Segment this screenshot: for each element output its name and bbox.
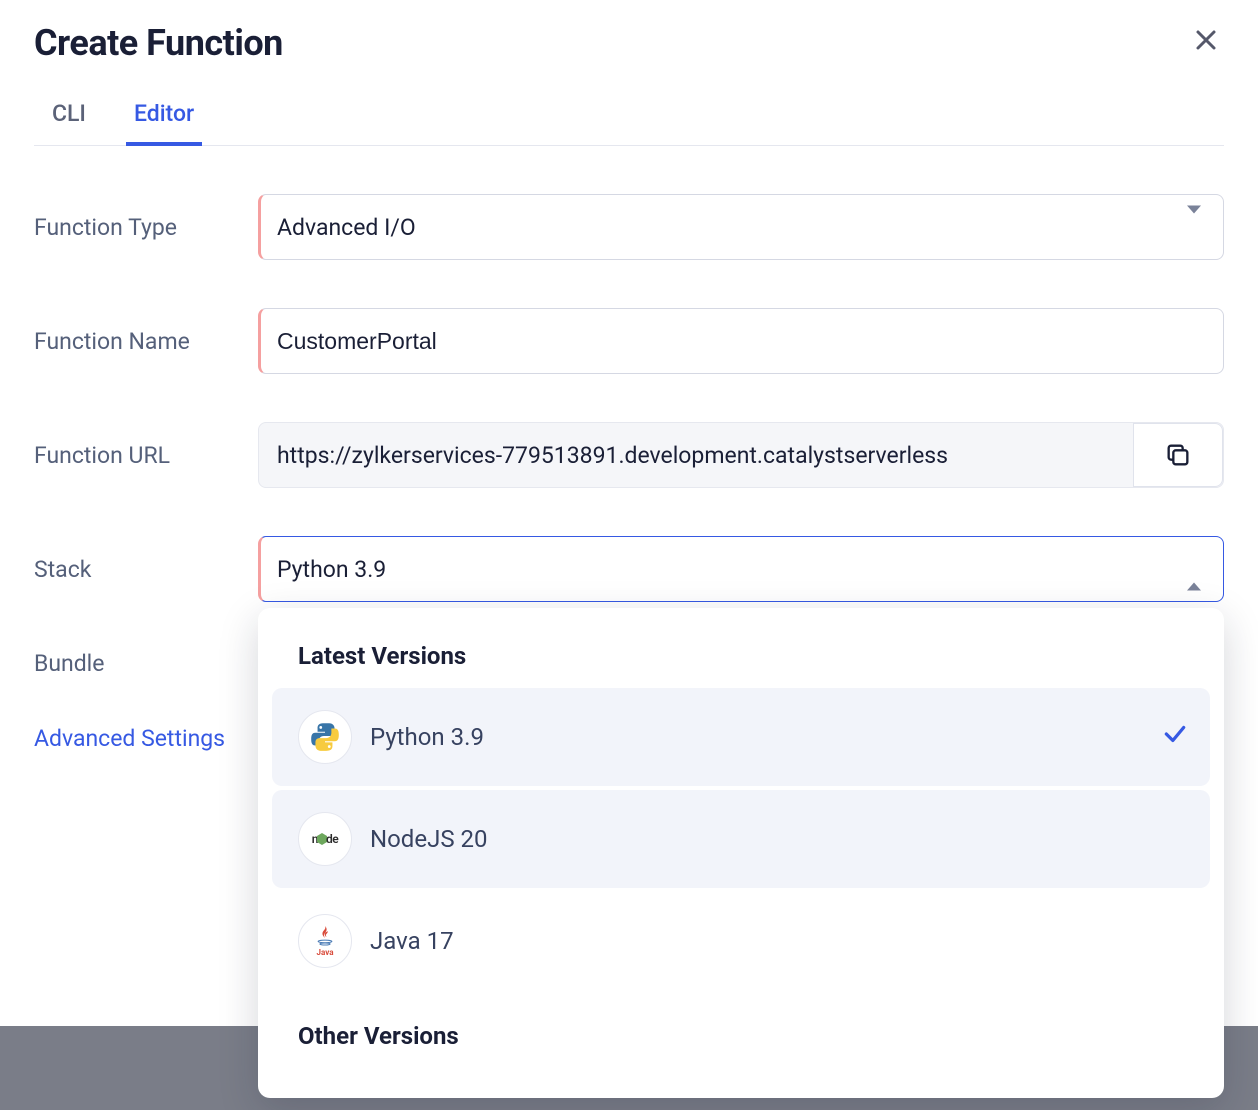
chevron-down-icon — [1187, 214, 1201, 241]
function-url-label: Function URL — [34, 442, 258, 469]
function-name-label: Function Name — [34, 328, 258, 355]
nodejs-icon: nde — [298, 812, 352, 866]
stack-select[interactable]: Python 3.9 — [258, 536, 1224, 602]
dropdown-other-header: Other Versions — [272, 994, 1210, 1068]
create-function-modal: Create Function CLI Editor Function Type… — [0, 0, 1258, 1110]
stack-value: Python 3.9 — [277, 556, 386, 583]
bundle-label: Bundle — [34, 650, 258, 677]
function-url-box: https://zylkerservices-779513891.develop… — [258, 422, 1224, 488]
close-icon — [1194, 28, 1218, 52]
copy-url-button[interactable] — [1133, 423, 1223, 487]
function-type-label: Function Type — [34, 214, 258, 241]
tab-editor[interactable]: Editor — [134, 100, 194, 145]
chevron-up-icon — [1187, 556, 1201, 583]
function-name-input[interactable] — [258, 308, 1224, 374]
function-url-value: https://zylkerservices-779513891.develop… — [277, 442, 948, 469]
page-title: Create Function — [34, 22, 1224, 64]
tabs: CLI Editor — [34, 100, 1224, 146]
advanced-settings-label: Advanced Settings — [34, 725, 225, 752]
dropdown-latest-header: Latest Versions — [272, 630, 1210, 688]
stack-option-node[interactable]: nde NodeJS 20 — [272, 790, 1210, 888]
stack-dropdown: Latest Versions Python 3.9 — [258, 608, 1224, 1098]
advanced-settings-toggle[interactable]: Advanced Settings — [34, 725, 225, 752]
stack-option-python[interactable]: Python 3.9 — [272, 688, 1210, 786]
form: Function Type Advanced I/O Function Name… — [34, 194, 1224, 752]
check-icon — [1162, 721, 1188, 753]
stack-option-python-label: Python 3.9 — [370, 723, 484, 751]
stack-option-java-label: Java 17 — [370, 927, 454, 955]
tab-cli[interactable]: CLI — [52, 100, 86, 145]
java-icon: Java — [298, 914, 352, 968]
stack-option-node-label: NodeJS 20 — [370, 825, 488, 853]
stack-option-java[interactable]: Java Java 17 — [272, 892, 1210, 990]
copy-icon — [1164, 441, 1192, 469]
close-button[interactable] — [1194, 28, 1218, 56]
stack-label: Stack — [34, 556, 258, 583]
function-type-select[interactable]: Advanced I/O — [258, 194, 1224, 260]
function-type-value: Advanced I/O — [277, 214, 416, 241]
python-icon — [298, 710, 352, 764]
